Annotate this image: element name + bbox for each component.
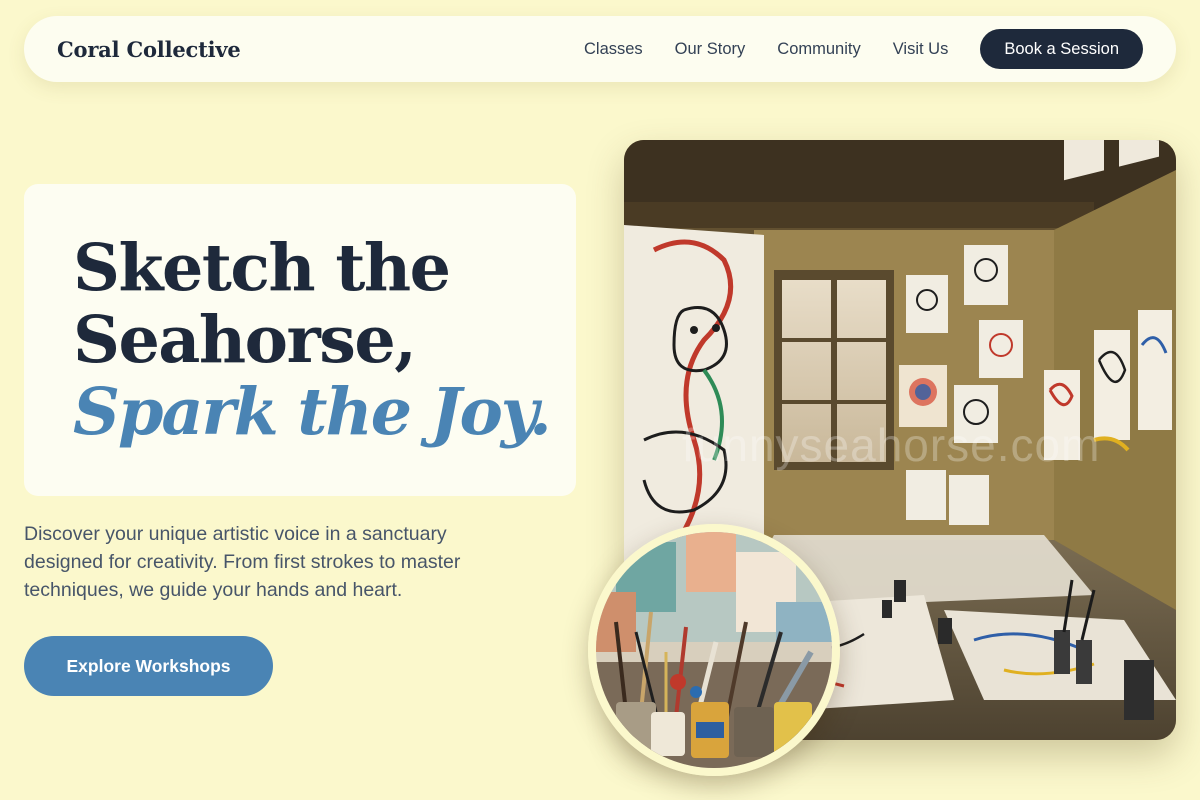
brushes-photo xyxy=(588,524,840,776)
image-watermark: funnyseahorse.com xyxy=(682,419,1101,471)
nav-link-community[interactable]: Community xyxy=(777,40,860,59)
hero-headline: Sketch the Seahorse, Spark the Joy. xyxy=(73,232,593,448)
book-session-button[interactable]: Book a Session xyxy=(980,29,1143,69)
top-nav: Coral Collective Classes Our Story Commu… xyxy=(24,16,1176,82)
nav-link-our-story[interactable]: Our Story xyxy=(675,40,746,59)
brushes-photo-illustration xyxy=(596,532,832,768)
nav-link-visit-us[interactable]: Visit Us xyxy=(893,40,949,59)
nav-links: Classes Our Story Community Visit Us Boo… xyxy=(584,29,1143,69)
explore-workshops-button[interactable]: Explore Workshops xyxy=(24,636,273,696)
brand-logo[interactable]: Coral Collective xyxy=(57,37,241,62)
nav-link-classes[interactable]: Classes xyxy=(584,40,643,59)
hero-title-line-2: Seahorse, xyxy=(73,302,417,378)
hero-title-line-1: Sketch the xyxy=(73,230,451,306)
hero-description: Discover your unique artistic voice in a… xyxy=(24,523,461,601)
hero-title-accent: Spark the Joy. xyxy=(73,374,552,450)
